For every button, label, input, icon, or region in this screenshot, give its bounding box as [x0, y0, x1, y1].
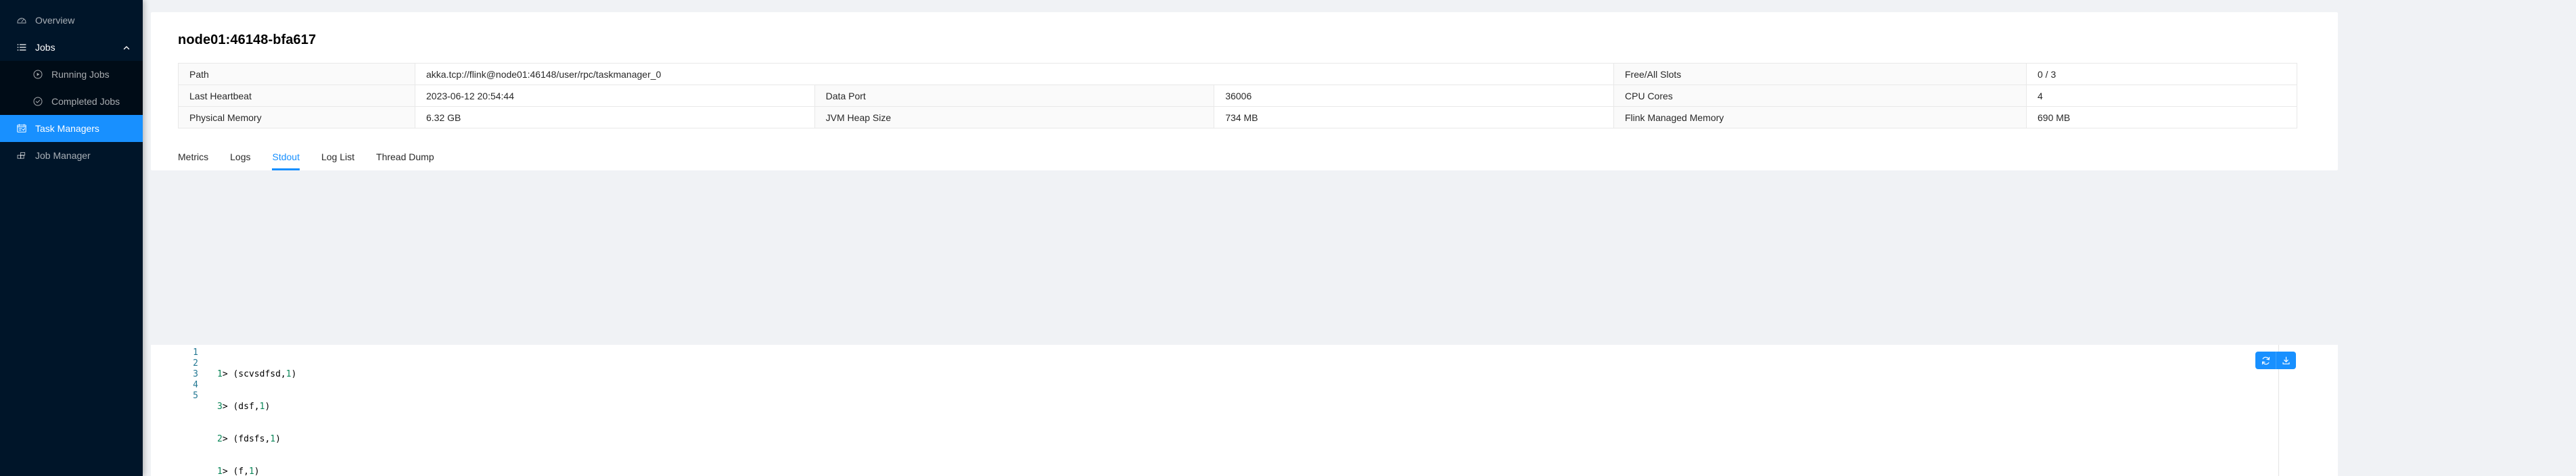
line-number: 2: [193, 358, 198, 368]
table-row: Last Heartbeat 2023-06-12 20:54:44 Data …: [178, 85, 2297, 107]
schedule-icon: [16, 123, 27, 134]
log-line-text: > (scvsdfsd,: [222, 369, 286, 379]
tab-log-list[interactable]: Log List: [321, 151, 354, 170]
sidebar-item-label: Running Jobs: [51, 69, 110, 80]
sidebar-item-overview[interactable]: Overview: [0, 7, 143, 34]
download-icon: [2281, 356, 2291, 366]
log-line-prefix: 3: [217, 402, 223, 412]
log-line-tail: ): [291, 369, 297, 379]
stdout-code-lines: 1> (scvsdfsd,1) 3> (dsf,1) 2> (fdsfs,1) …: [202, 348, 2308, 476]
info-label-free-all-slots: Free/All Slots: [1613, 63, 2027, 85]
table-row: Path akka.tcp://flink@node01:46148/user/…: [178, 63, 2297, 85]
taskmanager-info-table: Path akka.tcp://flink@node01:46148/user/…: [178, 63, 2297, 128]
info-value-last-heartbeat: 2023-06-12 20:54:44: [415, 85, 815, 107]
dashboard-icon: [16, 15, 27, 26]
info-value-jvm-heap-size: 734 MB: [1214, 106, 1614, 128]
tab-stdout[interactable]: Stdout: [272, 151, 300, 170]
sidebar-item-completed-jobs[interactable]: Completed Jobs: [0, 88, 143, 115]
log-line-text: > (f,: [222, 467, 249, 476]
log-line: 3> (dsf,1): [217, 402, 2308, 412]
page-title: node01:46148-bfa617: [178, 32, 317, 47]
sidebar-item-jobs[interactable]: Jobs: [0, 34, 143, 61]
list-icon: [16, 42, 27, 53]
refresh-icon: [2261, 356, 2271, 366]
check-circle-icon: [32, 96, 43, 107]
tab-metrics[interactable]: Metrics: [178, 151, 208, 170]
log-line-text: > (fdsfs,: [222, 434, 271, 444]
info-value-physical-memory: 6.32 GB: [415, 106, 815, 128]
log-line: 1> (f,1): [217, 467, 2308, 476]
log-line-count: 1: [270, 434, 276, 444]
blocks-icon: [16, 150, 27, 161]
sidebar-item-label: Jobs: [35, 42, 55, 53]
sidebar-item-label: Overview: [35, 15, 75, 26]
sidebar-item-running-jobs[interactable]: Running Jobs: [0, 61, 143, 88]
log-line-count: 1: [285, 369, 292, 379]
stdout-editor[interactable]: 1 2 3 4 5 1> (scvsdfsd,1) 3> (dsf,1) 2> …: [151, 345, 2308, 476]
log-action-buttons: [2255, 352, 2296, 369]
sidebar: Overview Jobs Running Jobs Completed Job…: [0, 0, 143, 476]
sidebar-item-task-managers[interactable]: Task Managers: [0, 115, 143, 142]
sidebar-item-job-manager[interactable]: Job Manager: [0, 142, 143, 169]
info-label-flink-managed-memory: Flink Managed Memory: [1613, 106, 2027, 128]
line-number-gutter: 1 2 3 4 5: [151, 348, 202, 476]
info-value-free-all-slots: 0 / 3: [2026, 63, 2297, 85]
table-row: Physical Memory 6.32 GB JVM Heap Size 73…: [178, 106, 2297, 128]
stdout-log-panel: 1 2 3 4 5 1> (scvsdfsd,1) 3> (dsf,1) 2> …: [151, 345, 2338, 476]
log-line-text: > (dsf,: [222, 402, 260, 412]
main-content: node01:46148-bfa617 Path akka.tcp://flin…: [143, 0, 2576, 476]
line-number: 1: [193, 348, 198, 358]
log-line-tail: ): [264, 402, 271, 412]
info-label-physical-memory: Physical Memory: [178, 106, 415, 128]
log-line-tail: ): [275, 434, 281, 444]
log-line-prefix: 2: [217, 434, 223, 444]
info-label-path: Path: [178, 63, 415, 85]
line-number: 3: [193, 369, 198, 379]
flink-dashboard: Overview Jobs Running Jobs Completed Job…: [0, 0, 2576, 476]
download-button[interactable]: [2276, 352, 2296, 369]
tab-thread-dump[interactable]: Thread Dump: [376, 151, 434, 170]
log-line-count: 1: [248, 467, 254, 476]
refresh-button[interactable]: [2255, 352, 2276, 369]
info-value-data-port: 36006: [1214, 85, 1614, 107]
info-label-jvm-heap-size: JVM Heap Size: [814, 106, 1215, 128]
log-line-tail: ): [254, 467, 260, 476]
chevron-up-icon[interactable]: [122, 43, 131, 51]
info-label-cpu-cores: CPU Cores: [1613, 85, 2027, 107]
info-value-cpu-cores: 4: [2026, 85, 2297, 107]
play-circle-icon: [32, 69, 43, 80]
taskmanager-detail-card: node01:46148-bfa617 Path akka.tcp://flin…: [151, 12, 2338, 170]
sidebar-item-label: Task Managers: [35, 123, 99, 134]
line-number: 4: [193, 380, 198, 390]
sidebar-submenu-jobs: Running Jobs Completed Jobs: [0, 61, 143, 115]
sidebar-item-label: Completed Jobs: [51, 96, 120, 107]
detail-tabs: Metrics Logs Stdout Log List Thread Dump: [178, 139, 2338, 170]
log-line: 2> (fdsfs,1): [217, 434, 2308, 445]
info-value-path: akka.tcp://flink@node01:46148/user/rpc/t…: [415, 63, 1614, 85]
tab-logs[interactable]: Logs: [230, 151, 250, 170]
info-value-flink-managed-memory: 690 MB: [2026, 106, 2297, 128]
info-label-data-port: Data Port: [814, 85, 1215, 107]
info-label-last-heartbeat: Last Heartbeat: [178, 85, 415, 107]
sidebar-item-label: Job Manager: [35, 150, 91, 161]
log-line-prefix: 1: [217, 369, 223, 379]
line-number: 5: [193, 391, 198, 401]
log-line-prefix: 1: [217, 467, 223, 476]
log-line: 1> (scvsdfsd,1): [217, 369, 2308, 380]
